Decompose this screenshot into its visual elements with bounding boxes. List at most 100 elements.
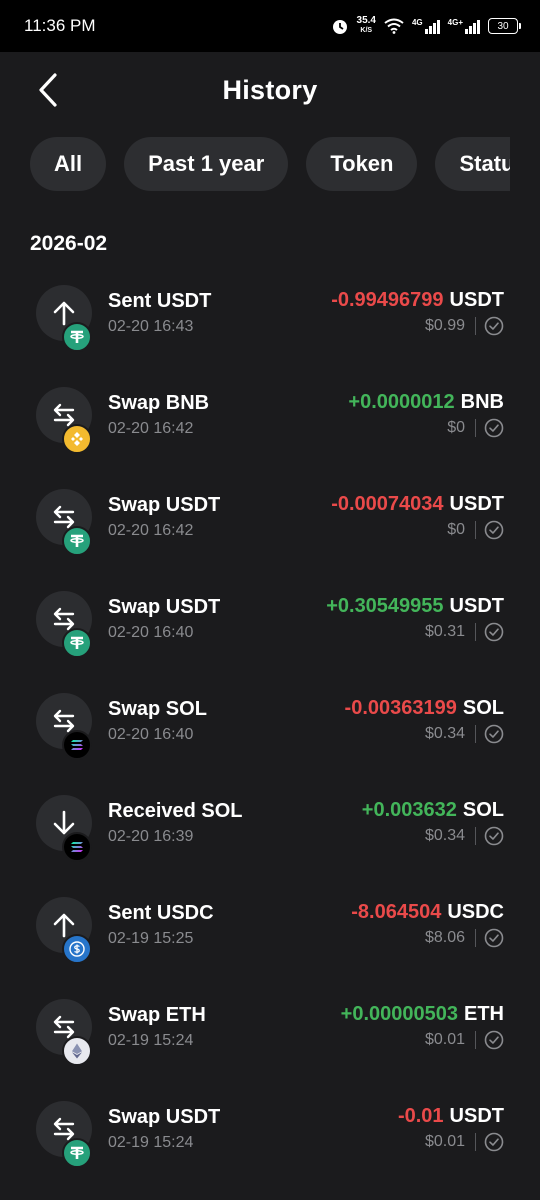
- fiat-value: $0.34: [424, 827, 465, 844]
- transaction-time: 02-19 15:25: [108, 930, 194, 947]
- signal-sim1-icon: 4G: [412, 18, 440, 34]
- amount-symbol: BNB: [460, 391, 504, 413]
- token-badge: [62, 424, 92, 454]
- amount-symbol: SOL: [462, 799, 504, 821]
- filter-all[interactable]: All: [30, 137, 107, 191]
- transaction-row[interactable]: Swap SOL 02-20 16:40 -0.00363199 SOL $0.34: [0, 680, 540, 782]
- success-check-icon: [484, 928, 504, 948]
- transaction-title: Swap USDT: [108, 494, 221, 516]
- filter-chips: All Past 1 year Token Status: [30, 137, 510, 191]
- divider: [475, 725, 476, 743]
- tether-icon: [70, 1146, 84, 1159]
- fiat-value: $0: [447, 521, 465, 538]
- transaction-amount: -8.064504 USDC: [351, 901, 504, 924]
- fiat-value: $0: [447, 419, 465, 436]
- transaction-fiat: $0: [447, 418, 504, 438]
- transaction-amount: -0.00074034 USDT: [331, 493, 504, 516]
- amount-value: +0.00000503: [340, 1003, 458, 1025]
- month-header: 2026-02: [30, 232, 108, 255]
- status-icons: 35.4 K/S 4G 4G+ 30: [331, 16, 521, 36]
- transaction-row[interactable]: Swap BNB 02-20 16:42 +0.0000012 BNB $0: [0, 374, 540, 476]
- amount-symbol: USDT: [449, 289, 504, 311]
- transaction-row[interactable]: Sent USDC 02-19 15:25 -8.064504 USDC $8.06: [0, 884, 540, 986]
- divider: [475, 317, 476, 335]
- tether-icon: [70, 330, 84, 343]
- transaction-time: 02-20 16:42: [108, 522, 194, 539]
- solana-icon: [71, 740, 83, 750]
- divider: [475, 827, 476, 845]
- amount-symbol: SOL: [462, 697, 504, 719]
- network-speed-value: 35.4: [356, 15, 376, 26]
- fiat-value: $0.01: [424, 1031, 465, 1048]
- amount-value: -0.00363199: [344, 697, 457, 719]
- status-time: 11:36 PM: [24, 16, 96, 35]
- success-check-icon: [484, 622, 504, 642]
- amount-symbol: USDT: [449, 493, 504, 515]
- transaction-row[interactable]: Swap USDT 02-20 16:42 -0.00074034 USDT $0: [0, 476, 540, 578]
- amount-symbol: ETH: [464, 1003, 504, 1025]
- transaction-title: Swap USDT: [108, 596, 221, 618]
- wifi-icon: [384, 18, 404, 34]
- transaction-row[interactable]: Swap USDT 02-20 16:40 +0.30549955 USDT $0.31: [0, 578, 540, 680]
- alarm-icon: [332, 20, 347, 34]
- amount-symbol: USDT: [449, 1105, 504, 1127]
- fiat-value: $0.01: [424, 1133, 465, 1150]
- transaction-fiat: $0: [447, 520, 504, 540]
- page-header: History: [0, 52, 540, 128]
- divider: [475, 1133, 476, 1151]
- token-badge: [62, 526, 92, 556]
- transaction-amount: +0.30549955 USDT: [326, 595, 504, 618]
- success-check-icon: [484, 1132, 504, 1152]
- token-badge: [62, 628, 92, 658]
- transaction-fiat: $0.34: [425, 724, 504, 744]
- fiat-value: $0.31: [424, 623, 465, 640]
- transaction-row[interactable]: Received SOL 02-20 16:39 +0.003632 SOL $0.34: [0, 782, 540, 884]
- page-title: History: [222, 74, 318, 105]
- amount-value: -0.00074034: [331, 493, 444, 515]
- amount-symbol: USDT: [449, 595, 504, 617]
- transaction-time: 02-19 15:24: [108, 1032, 194, 1049]
- divider: [475, 623, 476, 641]
- transaction-fiat: $8.06: [425, 928, 504, 948]
- transaction-fiat: $0.99: [425, 316, 504, 336]
- transaction-amount: -0.01 USDT: [398, 1105, 504, 1128]
- transaction-time: 02-19 15:24: [108, 1134, 194, 1151]
- transaction-time: 02-20 16:43: [108, 318, 194, 335]
- transaction-row[interactable]: Swap USDT 02-19 15:24 -0.01 USDT $0.01: [0, 1088, 540, 1190]
- success-check-icon: [484, 316, 504, 336]
- transaction-amount: +0.0000012 BNB: [348, 391, 504, 414]
- transaction-row[interactable]: Swap ETH 02-19 15:24 +0.00000503 ETH $0.01: [0, 986, 540, 1088]
- transaction-title: Swap USDT: [108, 1106, 221, 1128]
- success-check-icon: [484, 724, 504, 744]
- amount-value: +0.0000012: [348, 391, 455, 413]
- status-bar: 11:36 PM 35.4 K/S 4G 4G+ 30: [0, 0, 540, 52]
- amount-value: +0.30549955: [326, 595, 444, 617]
- transaction-title: Received SOL: [108, 800, 243, 822]
- transaction-time: 02-20 16:40: [108, 624, 194, 641]
- filter-token[interactable]: Token: [306, 137, 418, 191]
- transaction-row[interactable]: Sent USDT 02-20 16:43 -0.99496799 USDT $0.99: [0, 272, 540, 374]
- tether-icon: [70, 534, 84, 547]
- transaction-fiat: $0.34: [425, 826, 504, 846]
- transaction-fiat: $0.01: [425, 1030, 504, 1050]
- transaction-time: 02-20 16:42: [108, 420, 194, 437]
- amount-value: +0.003632: [361, 799, 457, 821]
- signal-sim2-icon: 4G+: [448, 18, 480, 34]
- divider: [475, 521, 476, 539]
- transaction-title: Sent USDC: [108, 902, 214, 924]
- battery-icon: 30: [488, 18, 521, 34]
- tether-icon: [70, 636, 84, 649]
- filter-past-1-year[interactable]: Past 1 year: [124, 137, 289, 191]
- transaction-amount: +0.003632 SOL: [362, 799, 504, 822]
- transaction-time: 02-20 16:40: [108, 726, 194, 743]
- sim1-label: 4G: [411, 18, 423, 27]
- usdc-icon: [69, 941, 85, 957]
- transaction-time: 02-20 16:39: [108, 828, 194, 845]
- network-speed: 35.4 K/S: [357, 16, 376, 36]
- back-button[interactable]: [30, 72, 66, 108]
- amount-value: -0.99496799: [331, 289, 444, 311]
- filter-status[interactable]: Status: [435, 137, 510, 191]
- solana-icon: [71, 842, 83, 852]
- divider: [475, 1031, 476, 1049]
- token-badge: [62, 832, 92, 862]
